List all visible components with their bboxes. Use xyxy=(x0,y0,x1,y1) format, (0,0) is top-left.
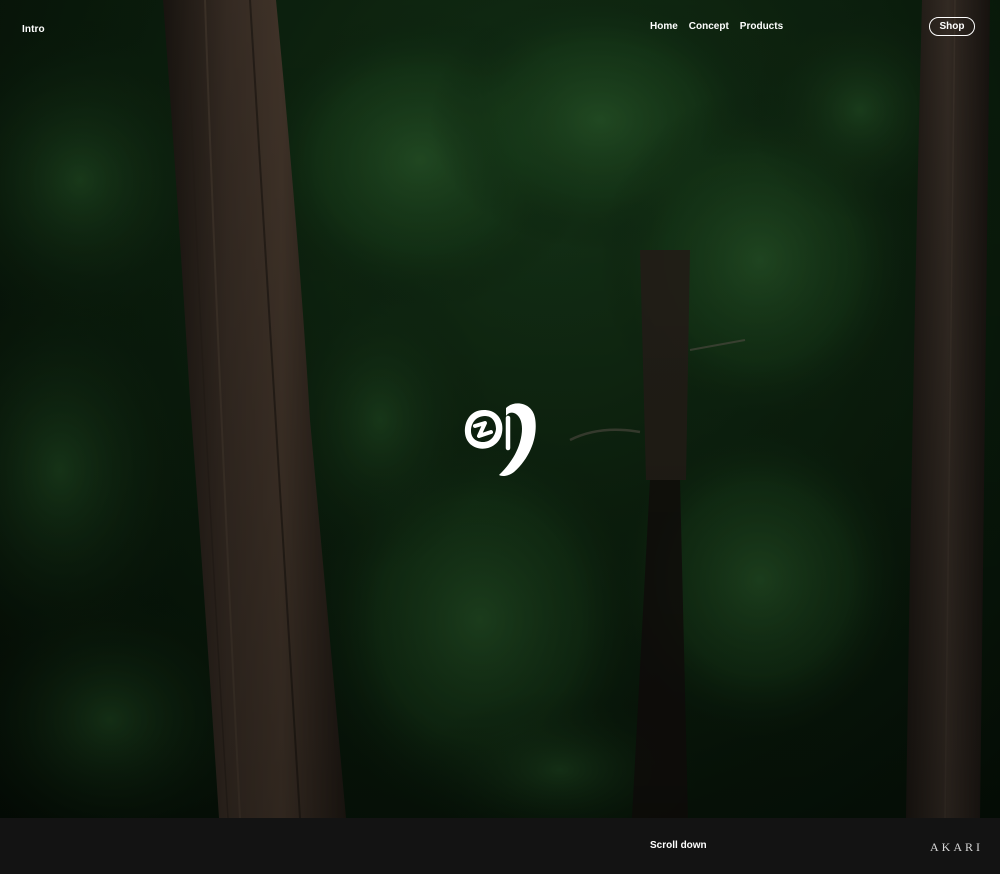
main-nav: Home Concept Products xyxy=(650,21,783,32)
intro-link[interactable]: Intro xyxy=(22,24,45,35)
nav-products-link[interactable]: Products xyxy=(740,21,783,32)
page: Intro Home Concept Products Shop Scroll … xyxy=(0,0,1000,874)
top-navigation-bar: Intro Home Concept Products Shop xyxy=(0,0,1000,56)
bottom-bar: Scroll down AKARI xyxy=(0,818,1000,874)
scroll-down-link[interactable]: Scroll down xyxy=(650,840,707,851)
nav-home-link[interactable]: Home xyxy=(650,21,678,32)
brush-stroke-logo-icon xyxy=(464,403,536,476)
brand-wordmark: AKARI xyxy=(930,840,983,854)
hero-section: Intro Home Concept Products Shop xyxy=(0,0,1000,818)
shop-button[interactable]: Shop xyxy=(929,17,975,36)
nav-concept-link[interactable]: Concept xyxy=(689,21,729,32)
